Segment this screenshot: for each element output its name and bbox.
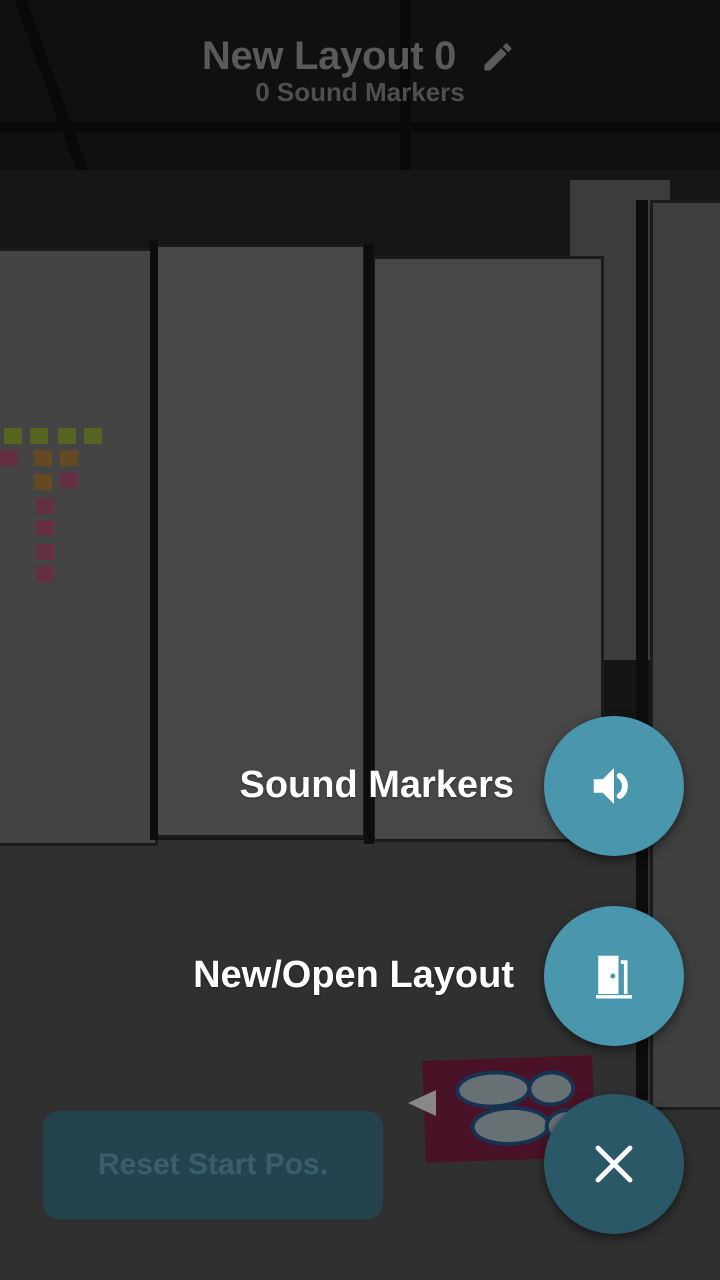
- edit-layout-name-button[interactable]: [478, 37, 518, 77]
- sound-markers-label[interactable]: Sound Markers: [239, 764, 514, 807]
- pencil-icon: [484, 42, 512, 70]
- sound-marker-count: 0 Sound Markers: [255, 77, 465, 107]
- sound-markers-button[interactable]: [544, 716, 684, 856]
- door-open-icon: [596, 955, 632, 999]
- layout-header: New Layout 0 0 Sound Markers: [0, 34, 720, 108]
- new-open-layout-button[interactable]: [544, 906, 684, 1046]
- layout-title: New Layout 0: [201, 34, 457, 78]
- camera-view: [0, 0, 720, 1280]
- new-open-layout-label[interactable]: New/Open Layout: [193, 954, 514, 997]
- dim-overlay: [0, 0, 720, 1280]
- reset-start-position-button[interactable]: Reset Start Pos.: [43, 1111, 383, 1219]
- speaker-icon: [593, 768, 628, 804]
- close-icon: [595, 1145, 633, 1183]
- close-speed-dial-button[interactable]: [544, 1094, 684, 1234]
